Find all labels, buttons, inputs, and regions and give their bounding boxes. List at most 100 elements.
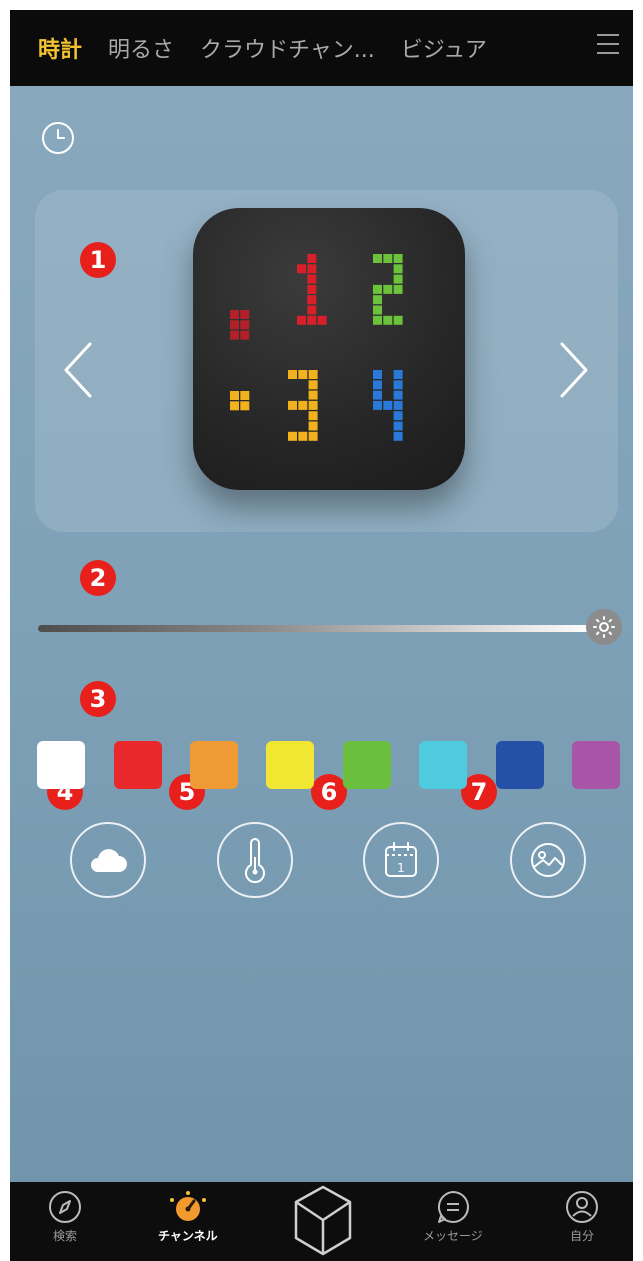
nav-label: 自分 [569, 1229, 594, 1243]
color-swatch[interactable] [343, 741, 391, 789]
cube-icon [294, 1185, 352, 1256]
clock-icon[interactable] [40, 120, 76, 156]
pixel-digit-3 [308, 411, 318, 421]
calendar-button[interactable]: 1 [363, 822, 439, 898]
pixel-digit-1 [317, 315, 327, 325]
color-swatch[interactable] [190, 741, 238, 789]
nav-label: 検索 [52, 1229, 77, 1243]
pixel-dot [230, 401, 239, 411]
previous-arrow-icon[interactable] [60, 340, 94, 400]
nav-messages[interactable]: メッセージ [423, 1190, 483, 1244]
tab-visual[interactable]: ビジュア [401, 32, 487, 64]
temperature-button[interactable] [217, 822, 293, 898]
pixel-digit-1 [307, 315, 317, 325]
app-frame: 時計 明るさ クラウドチャン... ビジュア 1 2 3 4 5 6 7 1 検… [10, 10, 633, 1261]
sun-icon [593, 616, 615, 638]
pixel-digit-4 [393, 370, 403, 379]
pixel-digit-2 [373, 254, 382, 263]
pixel-dot [230, 330, 239, 340]
pixel-digit-2 [383, 284, 393, 294]
pixel-digit-2 [373, 284, 382, 294]
pixel-digit-4 [393, 431, 403, 441]
nav-label: チャンネル [158, 1229, 218, 1243]
pixel-dot [240, 401, 250, 411]
pixel-digit-4 [393, 400, 403, 410]
pixel-digit-2 [393, 254, 403, 263]
pixel-digit-4 [373, 380, 382, 390]
image-button[interactable] [510, 822, 586, 898]
pixel-digit-1 [307, 254, 317, 263]
tab-brightness[interactable]: 明るさ [108, 32, 174, 64]
pixel-digit-3 [308, 421, 318, 431]
pixel-digit-1 [307, 264, 317, 274]
pixel-digit-2 [373, 295, 382, 305]
pixel-dot [240, 310, 250, 319]
pixel-digit-4 [383, 400, 393, 410]
compass-icon [49, 1191, 81, 1223]
pixel-digit-4 [393, 411, 403, 421]
bottom-nav-bar: 検索 チャンネル メッセージ 自分 [10, 1182, 633, 1261]
color-swatch[interactable] [572, 741, 620, 789]
color-swatch[interactable] [114, 741, 162, 789]
tab-clock[interactable]: 時計 [38, 32, 82, 64]
annotation-badge: 2 [80, 560, 116, 596]
menu-icon[interactable] [597, 34, 619, 56]
nav-search[interactable]: 検索 [48, 1190, 82, 1244]
pixel-digit-2 [393, 315, 403, 325]
pixel-digit-1 [307, 295, 317, 305]
pixel-digit-3 [288, 400, 297, 410]
pixel-digit-2 [383, 254, 393, 263]
pixel-digit-3 [298, 370, 308, 379]
weather-button[interactable] [70, 822, 146, 898]
pixel-dot [230, 391, 239, 400]
calendar-day: 1 [397, 861, 405, 875]
pixel-digit-1 [307, 284, 317, 294]
color-swatch[interactable] [266, 741, 314, 789]
next-arrow-icon[interactable] [558, 340, 592, 400]
tab-cloud-channel[interactable]: クラウドチャン... [200, 32, 375, 64]
pixel-digit-3 [298, 431, 308, 441]
pixel-digit-1 [297, 264, 306, 274]
top-tab-bar: 時計 明るさ クラウドチャン... ビジュア [10, 10, 633, 86]
pixel-digit-3 [288, 431, 297, 441]
pixel-digit-4 [393, 390, 403, 400]
brightness-slider-knob[interactable] [586, 609, 622, 645]
annotation-badge: 1 [80, 242, 116, 278]
pixel-digit-2 [373, 305, 382, 315]
pixel-digit-4 [373, 390, 382, 400]
cloud-icon [91, 849, 127, 872]
pixel-digit-3 [308, 431, 318, 441]
calendar-icon: 1 [385, 842, 417, 877]
message-icon [437, 1191, 469, 1223]
pixel-dot [230, 310, 239, 319]
pixel-digit-4 [373, 400, 382, 410]
pixel-digit-3 [308, 370, 318, 379]
color-swatch[interactable] [419, 741, 467, 789]
pixel-dot [230, 320, 239, 330]
pixel-digit-4 [373, 370, 382, 379]
brightness-slider-track[interactable] [38, 625, 598, 632]
pixel-digit-2 [393, 274, 403, 284]
annotation-badge: 6 [311, 774, 347, 810]
nav-device[interactable] [292, 1184, 354, 1258]
pixel-digit-2 [393, 284, 403, 294]
pixel-digit-4 [393, 421, 403, 431]
nav-profile[interactable]: 自分 [565, 1190, 599, 1244]
pixel-digit-1 [297, 315, 306, 325]
pixel-digit-3 [308, 390, 318, 400]
pixel-digit-3 [288, 370, 297, 379]
pixel-digit-3 [298, 400, 308, 410]
color-swatch[interactable] [496, 741, 544, 789]
color-swatch[interactable] [37, 741, 85, 789]
pixel-digit-2 [373, 315, 382, 325]
nav-label: メッセージ [423, 1229, 483, 1243]
profile-icon [566, 1191, 598, 1223]
pixel-digit-1 [307, 305, 317, 315]
pixel-dot [240, 391, 250, 400]
pixel-dot [240, 320, 250, 330]
pixel-dot [240, 330, 250, 340]
pixel-digit-3 [308, 380, 318, 390]
thermometer-icon [245, 838, 265, 883]
annotation-badge: 3 [80, 681, 116, 717]
nav-channel[interactable]: チャンネル [158, 1190, 218, 1244]
